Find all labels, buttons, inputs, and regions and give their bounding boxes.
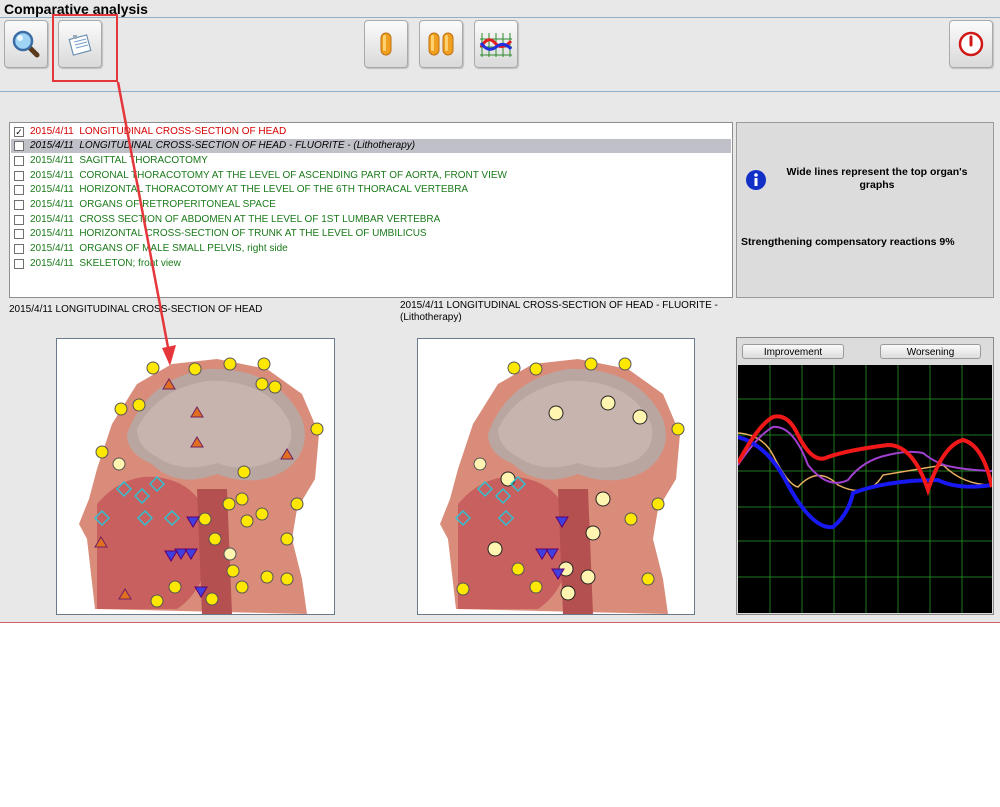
item-date: 2015/4/11: [30, 155, 74, 166]
head-cross-section-image: [440, 357, 685, 614]
info-icon: [746, 170, 766, 190]
list-item[interactable]: 2015/4/11 CROSS SECTION OF ABDOMEN AT TH…: [11, 213, 731, 227]
highlight-frame: [52, 14, 118, 82]
right-image-caption: 2015/4/11 LONGITUDINAL CROSS-SECTION OF …: [400, 300, 718, 323]
title-separator: [0, 17, 1000, 18]
item-date: 2015/4/11: [30, 199, 74, 210]
checkbox[interactable]: ✓: [14, 127, 24, 137]
list-item[interactable]: ✓ 2015/4/11 LONGITUDINAL CROSS-SECTION O…: [11, 125, 731, 139]
item-date: 2015/4/11: [30, 184, 74, 195]
checkbox[interactable]: [14, 156, 24, 166]
double-analysis-button[interactable]: [419, 20, 463, 68]
item-label: CORONAL THORACOTOMY AT THE LEVEL OF ASCE…: [79, 170, 507, 181]
item-label: SAGITTAL THORACOTOMY: [79, 155, 208, 166]
item-date: 2015/4/11: [30, 243, 74, 254]
checkbox[interactable]: [14, 244, 24, 254]
power-icon: [958, 31, 984, 57]
item-date: 2015/4/11: [30, 258, 74, 269]
item-label: HORIZONTAL CROSS-SECTION OF TRUNK AT THE…: [79, 228, 427, 239]
improvement-button[interactable]: Improvement: [742, 344, 844, 359]
analysis-list[interactable]: ✓ 2015/4/11 LONGITUDINAL CROSS-SECTION O…: [9, 122, 733, 298]
item-label: ORGANS OF MALE SMALL PELVIS, right side: [79, 243, 288, 254]
item-label: LONGITUDINAL CROSS-SECTION OF HEAD: [79, 126, 287, 137]
graph-button[interactable]: [474, 20, 518, 68]
bottom-divider: [0, 622, 1000, 623]
checkbox[interactable]: [14, 200, 24, 210]
checkbox[interactable]: [14, 259, 24, 269]
graph-icon: [479, 33, 513, 57]
single-analysis-button[interactable]: [364, 20, 408, 68]
list-item[interactable]: 2015/4/11 SAGITTAL THORACOTOMY: [11, 154, 731, 168]
search-button[interactable]: [4, 20, 48, 68]
toolbar-separator: [0, 91, 1000, 92]
left-head-image[interactable]: [56, 338, 335, 615]
list-item[interactable]: 2015/4/11 HORIZONTAL THORACOTOMY AT THE …: [11, 183, 731, 197]
single-capsule-icon: [380, 32, 392, 56]
checkbox[interactable]: [14, 215, 24, 225]
item-date: 2015/4/11: [30, 140, 74, 151]
checkbox[interactable]: [14, 185, 24, 195]
info-panel: Wide lines represent the top organ's gra…: [736, 122, 994, 298]
item-label: CROSS SECTION OF ABDOMEN AT THE LEVEL OF…: [79, 214, 441, 225]
item-label: HORIZONTAL THORACOTOMY AT THE LEVEL OF T…: [79, 184, 469, 195]
list-item[interactable]: 2015/4/11 LONGITUDINAL CROSS-SECTION OF …: [11, 139, 731, 153]
list-item[interactable]: 2015/4/11 ORGANS OF MALE SMALL PELVIS, r…: [11, 242, 731, 256]
graph-plot: [738, 365, 992, 613]
item-date: 2015/4/11: [30, 126, 74, 137]
worsening-button[interactable]: Worsening: [880, 344, 981, 359]
item-date: 2015/4/11: [30, 170, 74, 181]
list-item[interactable]: 2015/4/11 CORONAL THORACOTOMY AT THE LEV…: [11, 169, 731, 183]
checkbox[interactable]: [14, 141, 24, 151]
right-head-image[interactable]: [417, 338, 695, 615]
item-label: LONGITUDINAL CROSS-SECTION OF HEAD - FLU…: [79, 140, 416, 151]
item-date: 2015/4/11: [30, 214, 74, 225]
graph-panel: Improvement Worsening: [736, 337, 994, 615]
checkbox[interactable]: [14, 229, 24, 239]
info-note: Wide lines represent the top organ's gra…: [786, 166, 968, 191]
checkbox[interactable]: [14, 171, 24, 181]
left-image-caption: 2015/4/11 LONGITUDINAL CROSS-SECTION OF …: [9, 304, 263, 315]
comparative-analysis-window: Comparative analysis ✓ 2015/4/11 LONGITU…: [0, 0, 1000, 622]
exit-button[interactable]: [949, 20, 993, 68]
item-label: SKELETON; front view: [79, 258, 181, 269]
magnifier-icon: [12, 30, 40, 58]
list-item[interactable]: 2015/4/11 HORIZONTAL CROSS-SECTION OF TR…: [11, 227, 731, 241]
list-item[interactable]: 2015/4/11 ORGANS OF RETROPERITONEAL SPAC…: [11, 198, 731, 212]
list-item[interactable]: 2015/4/11 SKELETON; front view: [11, 257, 731, 271]
item-date: 2015/4/11: [30, 228, 74, 239]
head-cross-section-image: [79, 357, 324, 614]
item-label: ORGANS OF RETROPERITONEAL SPACE: [79, 199, 276, 210]
status-text: Strengthening compensatory reactions 9%: [741, 236, 955, 248]
double-capsule-icon: [428, 32, 454, 56]
